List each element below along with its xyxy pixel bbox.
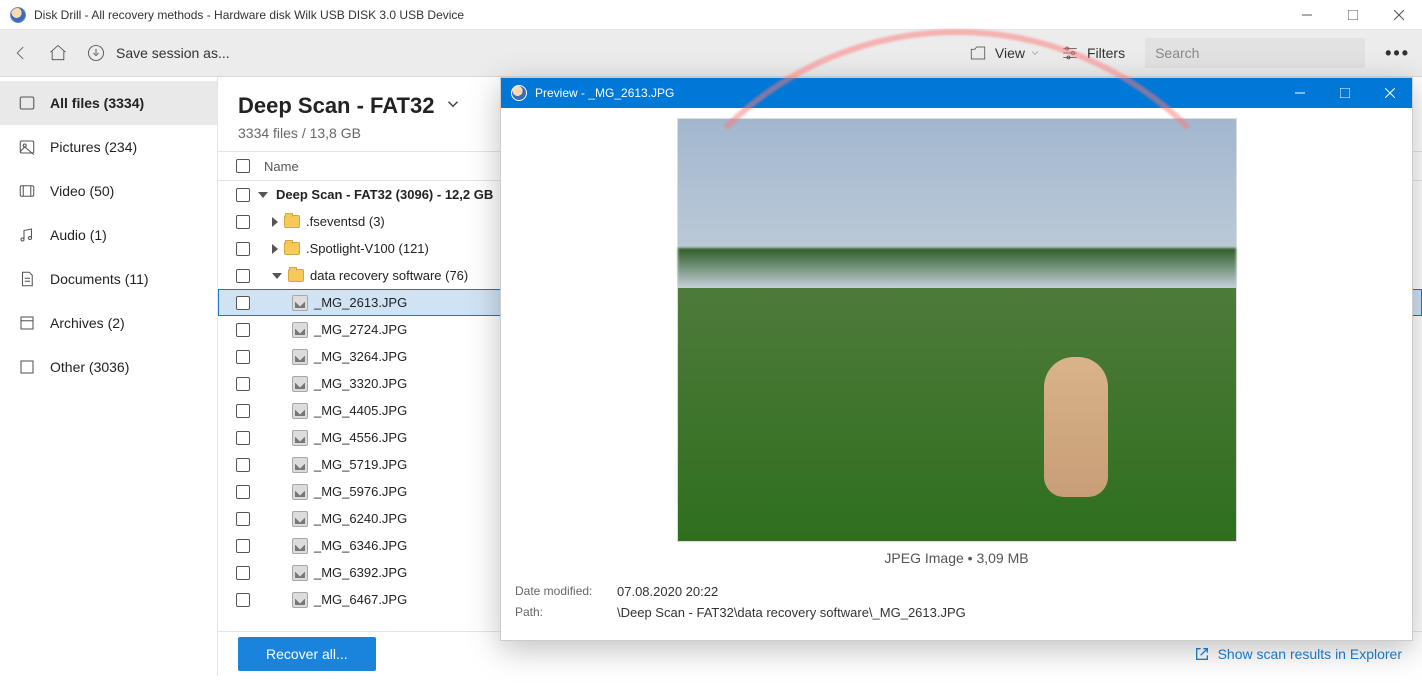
- sidebar-documents[interactable]: Documents (11): [0, 257, 217, 301]
- row-label: _MG_5719.JPG: [308, 457, 407, 472]
- column-name[interactable]: Name: [258, 159, 299, 174]
- row-checkbox[interactable]: [236, 485, 250, 499]
- app-icon: [511, 85, 527, 101]
- preview-maximize[interactable]: [1322, 78, 1367, 108]
- image-file-icon: [292, 511, 308, 527]
- preview-window: Preview - _MG_2613.JPG JPEG Image • 3,09…: [500, 77, 1413, 641]
- row-label: data recovery software (76): [304, 268, 468, 283]
- folder-icon: [284, 242, 300, 255]
- row-label: .Spotlight-V100 (121): [300, 241, 429, 256]
- row-checkbox[interactable]: [236, 431, 250, 445]
- row-label: _MG_6346.JPG: [308, 538, 407, 553]
- row-label: _MG_4556.JPG: [308, 430, 407, 445]
- row-checkbox[interactable]: [236, 539, 250, 553]
- image-file-icon: [292, 538, 308, 554]
- row-label: _MG_5976.JPG: [308, 484, 407, 499]
- row-checkbox[interactable]: [236, 566, 250, 580]
- expand-icon[interactable]: [272, 217, 278, 227]
- window-maximize[interactable]: [1330, 0, 1376, 29]
- window-minimize[interactable]: [1284, 0, 1330, 29]
- row-checkbox[interactable]: [236, 458, 250, 472]
- expand-icon[interactable]: [272, 273, 282, 279]
- image-file-icon: [292, 484, 308, 500]
- sidebar-archives[interactable]: Archives (2): [0, 301, 217, 345]
- row-label: _MG_3264.JPG: [308, 349, 407, 364]
- preview-image: [677, 118, 1237, 542]
- row-checkbox[interactable]: [236, 512, 250, 526]
- sidebar-video[interactable]: Video (50): [0, 169, 217, 213]
- image-file-icon: [292, 403, 308, 419]
- sidebar-all-files[interactable]: All files (3334): [0, 81, 217, 125]
- more-button[interactable]: •••: [1385, 43, 1410, 64]
- chevron-down-icon[interactable]: [444, 95, 462, 118]
- image-file-icon: [292, 565, 308, 581]
- row-checkbox[interactable]: [236, 242, 250, 256]
- category-sidebar: All files (3334) Pictures (234) Video (5…: [0, 77, 218, 676]
- window-close[interactable]: [1376, 0, 1422, 29]
- image-file-icon: [292, 376, 308, 392]
- row-label: _MG_6392.JPG: [308, 565, 407, 580]
- image-file-icon: [292, 430, 308, 446]
- expand-icon[interactable]: [258, 192, 268, 198]
- preview-title: Preview - _MG_2613.JPG: [535, 86, 674, 100]
- row-checkbox[interactable]: [236, 404, 250, 418]
- recover-button[interactable]: Recover all...: [238, 637, 376, 671]
- path-label: Path:: [515, 605, 599, 620]
- scan-title: Deep Scan - FAT32: [238, 93, 434, 119]
- toolbar: Save session as... View Filters Search •…: [0, 30, 1422, 77]
- window-title: Disk Drill - All recovery methods - Hard…: [34, 8, 1284, 22]
- expand-icon[interactable]: [272, 244, 278, 254]
- preview-minimize[interactable]: [1277, 78, 1322, 108]
- row-checkbox[interactable]: [236, 188, 250, 202]
- image-file-icon: [292, 592, 308, 608]
- row-checkbox[interactable]: [236, 350, 250, 364]
- row-label: .fseventsd (3): [300, 214, 385, 229]
- image-file-icon: [292, 349, 308, 365]
- row-label: _MG_4405.JPG: [308, 403, 407, 418]
- row-label: Deep Scan - FAT32 (3096) - 12,2 GB: [270, 187, 493, 202]
- row-checkbox[interactable]: [236, 296, 250, 310]
- image-file-icon: [292, 295, 308, 311]
- sidebar-pictures[interactable]: Pictures (234): [0, 125, 217, 169]
- row-label: _MG_6467.JPG: [308, 592, 407, 607]
- modified-label: Date modified:: [515, 584, 599, 599]
- back-button[interactable]: [12, 44, 30, 62]
- row-label: _MG_6240.JPG: [308, 511, 407, 526]
- row-checkbox[interactable]: [236, 323, 250, 337]
- row-checkbox[interactable]: [236, 377, 250, 391]
- sidebar-other[interactable]: Other (3036): [0, 345, 217, 389]
- select-all-checkbox[interactable]: [236, 159, 250, 173]
- image-file-icon: [292, 457, 308, 473]
- folder-icon: [288, 269, 304, 282]
- show-in-explorer-link[interactable]: Show scan results in Explorer: [1194, 646, 1402, 662]
- folder-icon: [284, 215, 300, 228]
- row-label: _MG_3320.JPG: [308, 376, 407, 391]
- preview-close[interactable]: [1367, 78, 1412, 108]
- row-checkbox[interactable]: [236, 269, 250, 283]
- save-session-label: Save session as...: [116, 45, 230, 61]
- row-label: _MG_2613.JPG: [308, 295, 407, 310]
- row-checkbox[interactable]: [236, 215, 250, 229]
- home-button[interactable]: [48, 43, 68, 63]
- window-titlebar: Disk Drill - All recovery methods - Hard…: [0, 0, 1422, 30]
- sidebar-audio[interactable]: Audio (1): [0, 213, 217, 257]
- save-session-button[interactable]: Save session as...: [86, 43, 230, 63]
- image-file-icon: [292, 322, 308, 338]
- search-input[interactable]: Search: [1145, 38, 1365, 68]
- row-checkbox[interactable]: [236, 593, 250, 607]
- app-icon: [10, 7, 26, 23]
- row-label: _MG_2724.JPG: [308, 322, 407, 337]
- modified-value: 07.08.2020 20:22: [617, 584, 718, 599]
